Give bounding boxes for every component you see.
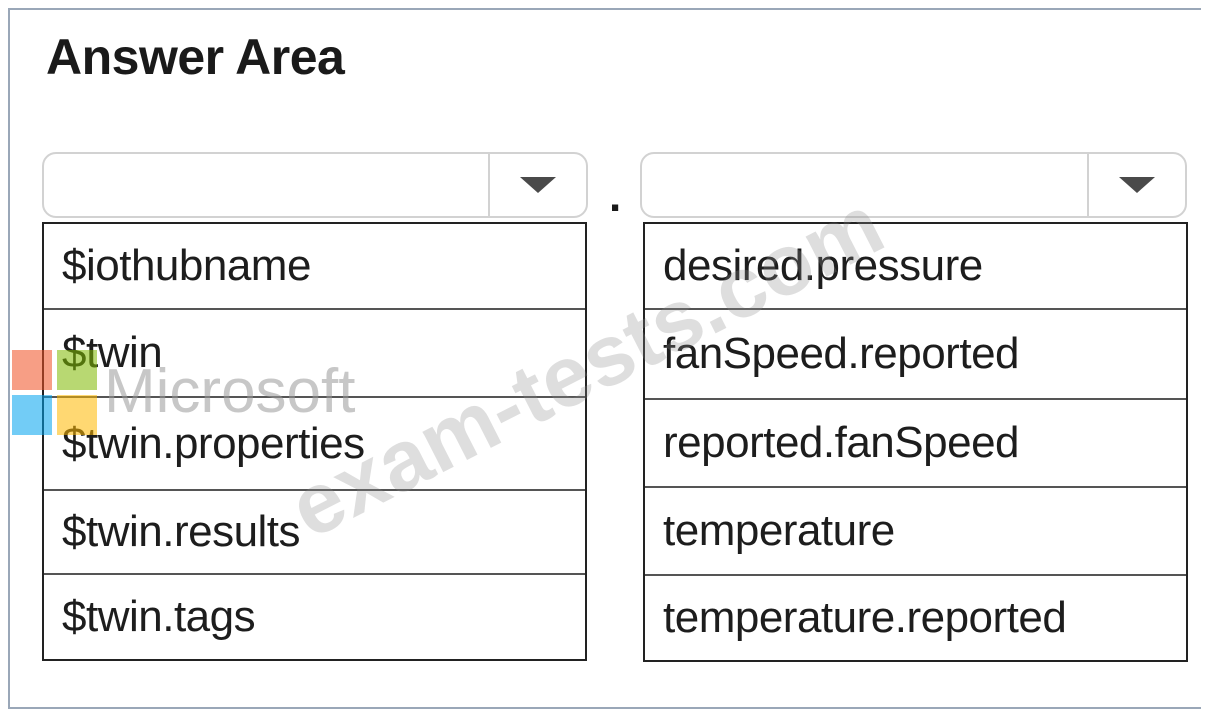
left-option-twin-results[interactable]: $twin.results	[44, 491, 585, 575]
right-option-temperature-reported[interactable]: temperature.reported	[645, 576, 1186, 660]
answer-area-title: Answer Area	[46, 29, 345, 85]
right-dropdown-options: desired.pressure fanSpeed.reported repor…	[643, 222, 1188, 662]
right-option-temperature[interactable]: temperature	[645, 488, 1186, 576]
right-option-reported-fanspeed[interactable]: reported.fanSpeed	[645, 400, 1186, 488]
left-dropdown[interactable]	[42, 152, 588, 218]
left-dropdown-options: $iothubname $twin $twin.properties $twin…	[42, 222, 587, 661]
left-option-twin[interactable]: $twin	[44, 310, 585, 398]
left-dropdown-toggle[interactable]	[488, 154, 586, 216]
left-option-twin-tags[interactable]: $twin.tags	[44, 575, 585, 659]
chevron-down-icon	[1119, 177, 1155, 193]
left-option-iothubname[interactable]: $iothubname	[44, 224, 585, 310]
chevron-down-icon	[520, 177, 556, 193]
right-option-desired-pressure[interactable]: desired.pressure	[645, 224, 1186, 310]
separator-dot: .	[609, 172, 622, 221]
right-dropdown-toggle[interactable]	[1087, 154, 1185, 216]
right-option-fanspeed-reported[interactable]: fanSpeed.reported	[645, 310, 1186, 400]
right-dropdown[interactable]	[640, 152, 1187, 218]
left-option-twin-properties[interactable]: $twin.properties	[44, 398, 585, 491]
